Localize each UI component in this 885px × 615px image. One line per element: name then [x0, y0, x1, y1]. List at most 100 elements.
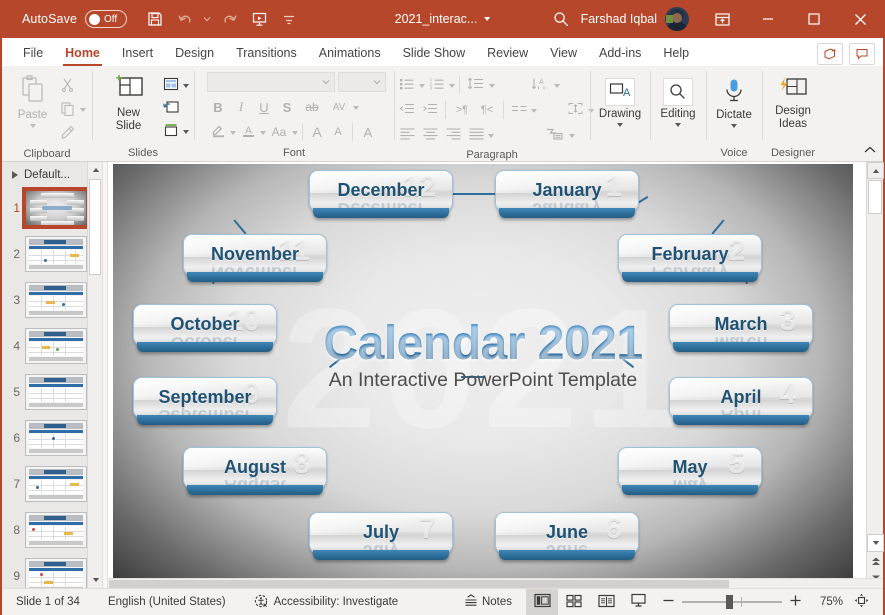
document-title[interactable]: 2021_interac...	[395, 12, 491, 26]
slide-show-button[interactable]	[622, 589, 654, 615]
tab-help[interactable]: Help	[652, 40, 700, 66]
month-button-july[interactable]: 7 July July	[309, 512, 453, 560]
language-indicator[interactable]: English (United States)	[94, 589, 240, 615]
slide-thumbnail[interactable]	[25, 466, 87, 502]
scrollbar-thumb[interactable]	[89, 179, 101, 275]
increase-font-size-button[interactable]: A	[307, 121, 327, 143]
new-slide-button[interactable]: New Slide	[97, 71, 160, 133]
columns-button[interactable]	[508, 99, 530, 121]
justify-button[interactable]	[465, 124, 487, 146]
change-case-button[interactable]: Aa	[267, 121, 291, 143]
scrollbar-thumb[interactable]	[868, 180, 882, 214]
numbering-button[interactable]: 123	[426, 74, 448, 96]
layout-button[interactable]	[160, 74, 182, 96]
font-color-button[interactable]: A	[237, 121, 259, 143]
slide-thumbnail[interactable]	[25, 236, 87, 272]
avatar[interactable]	[665, 7, 689, 31]
tab-insert[interactable]: Insert	[111, 40, 164, 66]
chevron-down-icon[interactable]	[353, 106, 359, 110]
cut-button[interactable]	[57, 75, 79, 97]
chevron-down-icon[interactable]	[488, 134, 494, 138]
chevron-down-icon[interactable]	[30, 124, 36, 128]
chevron-down-icon[interactable]	[230, 131, 236, 135]
decrease-indent-button[interactable]	[396, 99, 418, 121]
month-button-august[interactable]: 8 August August	[183, 447, 327, 495]
month-button-december[interactable]: 12 December December	[309, 170, 453, 218]
redo-icon[interactable]	[215, 6, 243, 32]
autosave-toggle[interactable]: Off	[85, 10, 127, 28]
format-painter-button[interactable]	[57, 123, 79, 145]
chevron-down-icon[interactable]	[554, 84, 560, 88]
slide-thumbnail[interactable]	[25, 328, 87, 364]
dictate-button[interactable]: Dictate	[710, 75, 758, 128]
align-text-button[interactable]	[563, 99, 587, 121]
clear-formatting-button[interactable]: A	[357, 121, 379, 143]
accessibility-status[interactable]: Accessibility: Investigate	[240, 589, 413, 615]
align-right-button[interactable]	[442, 124, 464, 146]
chevron-down-icon[interactable]	[489, 84, 495, 88]
text-highlight-button[interactable]	[207, 121, 229, 143]
design-ideas-button[interactable]: Design Ideas	[767, 73, 819, 131]
reading-view-button[interactable]	[590, 589, 622, 615]
previous-slide-icon[interactable]	[867, 552, 884, 570]
bold-button[interactable]: B	[207, 96, 229, 118]
collapse-ribbon-icon[interactable]	[863, 144, 877, 159]
tab-review[interactable]: Review	[476, 40, 539, 66]
scrollbar-thumb[interactable]	[109, 580, 729, 588]
close-icon[interactable]	[837, 0, 883, 38]
tab-slide-show[interactable]: Slide Show	[392, 40, 477, 66]
chevron-down-icon[interactable]	[675, 123, 681, 127]
strikethrough-button[interactable]: ab	[299, 96, 325, 118]
align-left-button[interactable]	[396, 124, 418, 146]
slide-sorter-button[interactable]	[558, 589, 590, 615]
chevron-down-icon[interactable]	[80, 108, 86, 112]
tab-animations[interactable]: Animations	[308, 40, 392, 66]
slide-thumbnail[interactable]	[25, 512, 87, 548]
drawing-button[interactable]: A Drawing	[593, 75, 647, 127]
bullets-button[interactable]	[396, 74, 418, 96]
zoom-slider[interactable]	[682, 601, 782, 603]
tab-file[interactable]: File	[12, 40, 54, 66]
tab-home[interactable]: Home	[54, 40, 111, 66]
rtl-button[interactable]: ¶<	[475, 99, 499, 121]
ltr-button[interactable]: >¶	[450, 99, 474, 121]
convert-smartart-button[interactable]	[542, 124, 568, 146]
chevron-down-icon[interactable]	[617, 123, 623, 127]
maximize-icon[interactable]	[791, 0, 837, 38]
zoom-in-icon[interactable]	[789, 594, 802, 610]
scroll-down-icon[interactable]	[867, 534, 884, 552]
text-direction-button[interactable]: A	[527, 74, 553, 96]
text-shadow-button[interactable]: S	[276, 96, 298, 118]
scroll-down-icon[interactable]	[88, 572, 102, 588]
italic-button[interactable]: I	[230, 96, 252, 118]
chevron-down-icon[interactable]	[731, 124, 737, 128]
month-button-january[interactable]: 1 January January	[495, 170, 639, 218]
slide-thumbnail-panel[interactable]: Default... 1	[2, 162, 102, 588]
editing-button[interactable]: Editing	[654, 75, 702, 127]
tab-transitions[interactable]: Transitions	[225, 40, 308, 66]
decrease-font-size-button[interactable]: A	[328, 121, 348, 143]
month-button-may[interactable]: 5 May May	[618, 447, 762, 495]
zoom-out-icon[interactable]	[662, 594, 675, 610]
character-spacing-button[interactable]: AV	[326, 96, 352, 118]
chevron-down-icon[interactable]	[183, 84, 189, 88]
slide-indicator[interactable]: Slide 1 of 34	[2, 589, 94, 615]
slide-thumbnail[interactable]	[25, 282, 87, 318]
scroll-up-icon[interactable]	[867, 162, 884, 179]
user-name[interactable]: Farshad Iqbal	[581, 12, 657, 26]
slide-thumbnail[interactable]	[25, 190, 87, 226]
slide-canvas[interactable]: 2021 12 December	[113, 164, 853, 582]
chevron-down-icon[interactable]	[419, 84, 425, 88]
chevron-down-icon[interactable]	[569, 134, 575, 138]
chevron-down-icon[interactable]	[292, 131, 298, 135]
tab-add-ins[interactable]: Add-ins	[588, 40, 652, 66]
chevron-down-icon[interactable]	[260, 131, 266, 135]
month-button-june[interactable]: 6 June June	[495, 512, 639, 560]
horizontal-scrollbar[interactable]	[108, 578, 883, 588]
start-from-beginning-icon[interactable]	[245, 6, 273, 32]
font-name-input[interactable]	[207, 72, 335, 92]
slide-title-block[interactable]: Calendar 2021 An Interactive PowerPoint …	[113, 316, 853, 392]
comment-icon[interactable]	[849, 43, 875, 65]
undo-icon[interactable]	[171, 6, 199, 32]
slide-thumbnail[interactable]	[25, 558, 87, 588]
